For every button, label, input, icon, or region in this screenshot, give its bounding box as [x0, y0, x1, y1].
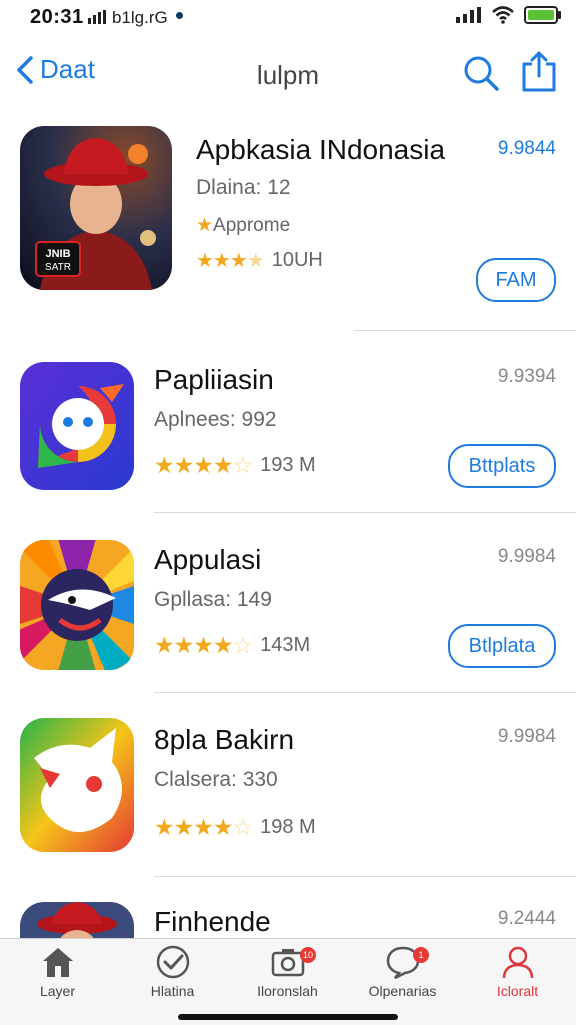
stars-icon: ★★★★☆ — [154, 452, 253, 478]
rating-count: 143M — [260, 634, 311, 656]
app-icon[interactable] — [20, 362, 134, 490]
notification-badge: 10 — [300, 947, 316, 963]
app-price: 9.9394 — [497, 366, 556, 387]
divider — [154, 876, 576, 877]
cellular-icon — [456, 7, 481, 23]
rating-count: 198 M — [260, 816, 316, 838]
get-button[interactable]: FAM — [476, 258, 556, 302]
app-name: Finhende — [154, 906, 271, 937]
tab-label: Hlatina — [150, 983, 195, 999]
tab-icloralt[interactable]: Icloralt — [460, 945, 575, 999]
tab-label: Layer — [39, 983, 76, 999]
stars-icon: ★★★★ — [196, 250, 265, 272]
person-icon — [502, 946, 533, 979]
app-icon[interactable] — [20, 540, 134, 670]
tab-bar: Layer Hlatina 10 Iloronslah 1 Olpenarias… — [0, 938, 576, 1025]
wifi-icon — [492, 6, 514, 24]
tab-olpenarias[interactable]: 1 Olpenarias — [345, 945, 460, 999]
nav-bar: Daat lulpm — [0, 40, 576, 106]
divider — [154, 512, 576, 513]
tab-label: Icloralt — [496, 983, 539, 999]
app-icon[interactable] — [20, 718, 134, 852]
rating-count: 193 M — [260, 454, 316, 476]
notification-badge: 1 — [413, 947, 429, 963]
app-tag-label: Approme — [213, 215, 291, 236]
app-price: 9.9984 — [497, 546, 556, 567]
tab-label: Iloronslah — [257, 983, 318, 999]
home-indicator — [178, 1014, 398, 1020]
tab-label: Olpenarias — [368, 983, 437, 999]
svg-text:SATR: SATR — [45, 262, 71, 273]
app-name: Apbkasia INdonasia — [196, 134, 446, 165]
app-price: 9.9844 — [497, 138, 556, 159]
app-price: 9.2444 — [497, 908, 556, 929]
share-icon[interactable] — [520, 50, 558, 92]
rating-count: 10UH — [271, 249, 323, 271]
divider — [154, 692, 576, 693]
stars-icon: ★★★★☆ — [154, 814, 253, 840]
status-bar: 20:31 b1lg.rG — [0, 0, 576, 34]
get-button[interactable]: Btlplata — [448, 624, 556, 668]
rating: ★★★★ 10UH — [196, 248, 323, 273]
svg-text:ЈNIB: ЈNIB — [45, 248, 70, 260]
stars-icon: ★★★★☆ — [154, 632, 253, 658]
app-price: 9.9984 — [497, 726, 556, 747]
home-icon — [42, 948, 73, 977]
divider — [354, 330, 576, 331]
tab-layer[interactable]: Layer — [0, 945, 115, 999]
app-name: Papliiasin — [154, 364, 274, 395]
app-name: Appulasi — [154, 544, 262, 575]
status-time: 20:31 — [30, 6, 84, 28]
search-icon[interactable] — [462, 54, 500, 92]
app-icon[interactable]: ЈNIB SATR — [20, 126, 172, 290]
tab-iloronslah[interactable]: 10 Iloronslah — [230, 945, 345, 999]
check-circle-icon — [156, 945, 189, 979]
carrier-name: b1lg.rG — [112, 8, 168, 27]
rating: ★★★★☆ 198 M — [154, 814, 316, 841]
status-indicators — [456, 6, 561, 24]
rating: ★★★★☆ 143M — [154, 632, 310, 659]
tab-hlatina[interactable]: Hlatina — [115, 945, 230, 999]
rating: ★★★★☆ 193 M — [154, 452, 316, 479]
app-subtitle: Aplnees: 992 — [154, 408, 277, 431]
app-subtitle: Clalsera: 330 — [154, 768, 278, 791]
app-subtitle: Dlaina: 12 — [196, 176, 291, 199]
battery-icon — [524, 6, 561, 24]
star-icon: ★ — [196, 215, 214, 236]
app-name: 8pla Bakirn — [154, 724, 295, 755]
app-tag: ★Approme — [196, 214, 290, 237]
signal-icon — [88, 10, 106, 24]
status-dot — [176, 12, 183, 19]
get-button[interactable]: Bttplats — [448, 444, 556, 488]
app-subtitle: Gpllasa: 149 — [154, 588, 272, 611]
